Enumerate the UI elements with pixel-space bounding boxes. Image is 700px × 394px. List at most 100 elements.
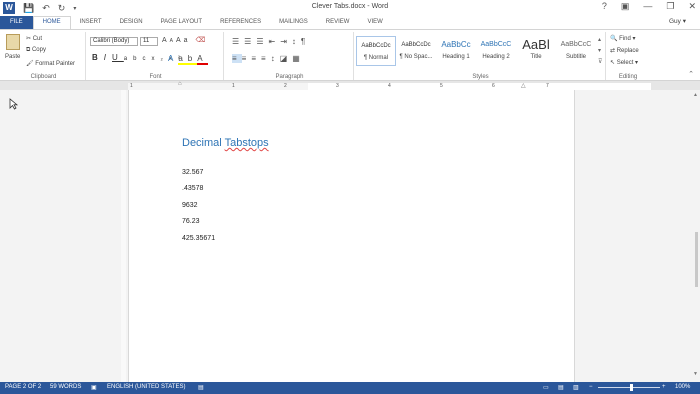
style-heading-1[interactable]: AaBbCc Heading 1 (436, 36, 476, 66)
cut-button[interactable]: ✂ Cut (26, 35, 42, 42)
indent-marker-icon[interactable]: ⌂ (178, 81, 182, 87)
collapse-ribbon-icon[interactable]: ⌃ (688, 70, 694, 78)
styles-down-icon[interactable]: ▾ (598, 46, 602, 57)
change-case-icon[interactable]: Aa (176, 37, 191, 44)
align-left-icon[interactable]: ≡ (232, 54, 242, 63)
style-no-spacing[interactable]: AaBbCcDc ¶ No Spac... (396, 36, 436, 66)
ribbon: Paste ✂ Cut ⧉ Copy 🖌 Format Painter Clip… (0, 29, 700, 81)
styles-scroll: ▴ ▾ ⊽ (598, 35, 602, 68)
subscript-icon[interactable]: x₂ (151, 56, 168, 62)
style-heading-2[interactable]: AaBbCcC Heading 2 (476, 36, 516, 66)
text-effects-icon[interactable]: A (168, 54, 178, 63)
line-spacing-icon[interactable]: ↕ (271, 54, 280, 63)
zoom-slider-thumb[interactable] (630, 384, 633, 391)
tab-design[interactable]: DESIGN (111, 16, 152, 29)
read-mode-icon[interactable]: ▭ (543, 384, 549, 391)
tab-home[interactable]: HOME (32, 16, 71, 29)
tab-review[interactable]: REVIEW (317, 16, 359, 29)
style-normal-sample: AaBbCcDc (361, 43, 391, 49)
styles-group-label: Styles (472, 74, 489, 80)
tab-mailings[interactable]: MAILINGS (270, 16, 317, 29)
styles-up-icon[interactable]: ▴ (598, 35, 602, 46)
proofing-icon[interactable]: ▣ (91, 384, 97, 391)
print-layout-icon[interactable]: ▤ (558, 384, 564, 391)
styles-more-icon[interactable]: ⊽ (598, 57, 602, 68)
show-marks-icon[interactable]: ¶ (301, 37, 310, 46)
highlight-icon[interactable]: ab (178, 54, 198, 65)
copy-button[interactable]: ⧉ Copy (26, 47, 46, 54)
language-indicator[interactable]: ENGLISH (UNITED STATES) (107, 384, 185, 390)
align-right-icon[interactable]: ≡ (251, 54, 261, 63)
scroll-up-icon[interactable]: ▲ (693, 92, 698, 98)
minimize-button[interactable]: — (643, 1, 652, 12)
paste-icon[interactable] (6, 34, 20, 50)
page-count[interactable]: PAGE 2 OF 2 (5, 384, 41, 390)
clear-format-icon[interactable]: ⌫ (196, 37, 209, 44)
zoom-out-icon[interactable]: − (589, 384, 593, 390)
vertical-ruler[interactable] (121, 90, 126, 382)
underline-icon[interactable]: U (112, 53, 124, 62)
style-heading-2-sample: AaBbCcC (480, 41, 512, 48)
style-title[interactable]: AaBl Title (516, 36, 556, 66)
document-page[interactable]: Decimal Tabstops 32.567 .43578 9632 76.2… (128, 90, 575, 382)
decrease-indent-icon[interactable]: ⇤ (269, 37, 281, 46)
style-no-spacing-sample: AaBbCcDc (401, 42, 431, 48)
horizontal-ruler[interactable]: 1 1 2 3 4 5 6 7 ⌂ △ (128, 81, 651, 90)
style-subtitle-label: Subtitle (565, 54, 586, 60)
font-color-icon[interactable]: A (197, 54, 208, 65)
scrollbar-thumb[interactable] (695, 232, 698, 287)
font-name-select[interactable]: Calibri (Body) (90, 37, 138, 46)
bold-icon[interactable]: B (92, 53, 104, 62)
format-painter-label: Format Painter (35, 61, 75, 67)
find-button[interactable]: 🔍 Find ▾ (610, 35, 636, 42)
tab-view[interactable]: VIEW (358, 16, 391, 29)
ribbon-display-icon[interactable]: ▣ (621, 1, 630, 12)
tab-references[interactable]: REFERENCES (211, 16, 270, 29)
font-size-select[interactable]: 11 (140, 37, 158, 46)
tab-insert[interactable]: INSERT (71, 16, 111, 29)
decimal-value: 9632 (182, 202, 198, 209)
ruler-number: 1 (130, 83, 133, 89)
zoom-in-icon[interactable]: + (662, 384, 666, 390)
strikethrough-icon[interactable]: abc (124, 56, 152, 62)
right-indent-icon[interactable]: △ (521, 82, 526, 89)
decimal-value: .43578 (182, 185, 204, 192)
find-icon: 🔍 (610, 36, 618, 42)
select-button[interactable]: ↖ Select ▾ (610, 59, 638, 66)
heading-word-2: Tabstops (224, 137, 269, 149)
close-button[interactable]: ✕ (688, 1, 696, 12)
justify-icon[interactable]: ≡ (261, 54, 271, 63)
shading-icon[interactable]: ◪ (280, 54, 293, 63)
italic-icon[interactable]: I (104, 53, 112, 62)
increase-indent-icon[interactable]: ⇥ (280, 37, 292, 46)
sort-icon[interactable]: ↕ (292, 37, 301, 46)
macro-icon[interactable]: ▤ (198, 384, 204, 391)
bullets-icon[interactable]: ☰ (232, 37, 244, 46)
select-label: Select (616, 60, 634, 66)
user-account[interactable]: Guy ▾ (669, 17, 686, 25)
grow-font-icon[interactable]: A (162, 37, 170, 44)
clipboard-group: Paste ✂ Cut ⧉ Copy 🖌 Format Painter Clip… (2, 32, 86, 80)
style-normal[interactable]: AaBbCcDc ¶ Normal (356, 36, 396, 66)
zoom-slider[interactable] (598, 387, 660, 388)
multilevel-list-icon[interactable]: ☰ (256, 37, 268, 46)
zoom-level[interactable]: 100% (675, 384, 690, 390)
paste-button[interactable]: Paste (5, 54, 20, 60)
web-layout-icon[interactable]: ▥ (573, 384, 579, 391)
scroll-down-icon[interactable]: ▼ (693, 371, 698, 377)
replace-button[interactable]: ⇄ Replace (610, 47, 639, 54)
borders-icon[interactable]: ▦ (292, 54, 305, 63)
tab-page-layout[interactable]: PAGE LAYOUT (152, 16, 211, 29)
find-label: Find (619, 36, 631, 42)
word-count[interactable]: 59 WORDS (50, 384, 81, 390)
restore-button[interactable]: ❐ (666, 1, 674, 12)
format-painter-button[interactable]: 🖌 Format Painter (26, 60, 75, 67)
numbering-icon[interactable]: ☰ (244, 37, 256, 46)
style-subtitle[interactable]: AaBbCcC Subtitle (556, 36, 596, 66)
ruler-number: 6 (492, 83, 495, 89)
align-center-icon[interactable]: ≡ (242, 54, 252, 63)
mouse-pointer-icon (9, 98, 19, 110)
tab-file[interactable]: FILE (0, 16, 33, 29)
status-bar: PAGE 2 OF 2 59 WORDS ▣ ENGLISH (UNITED S… (0, 382, 700, 394)
help-button[interactable]: ? (602, 1, 607, 12)
